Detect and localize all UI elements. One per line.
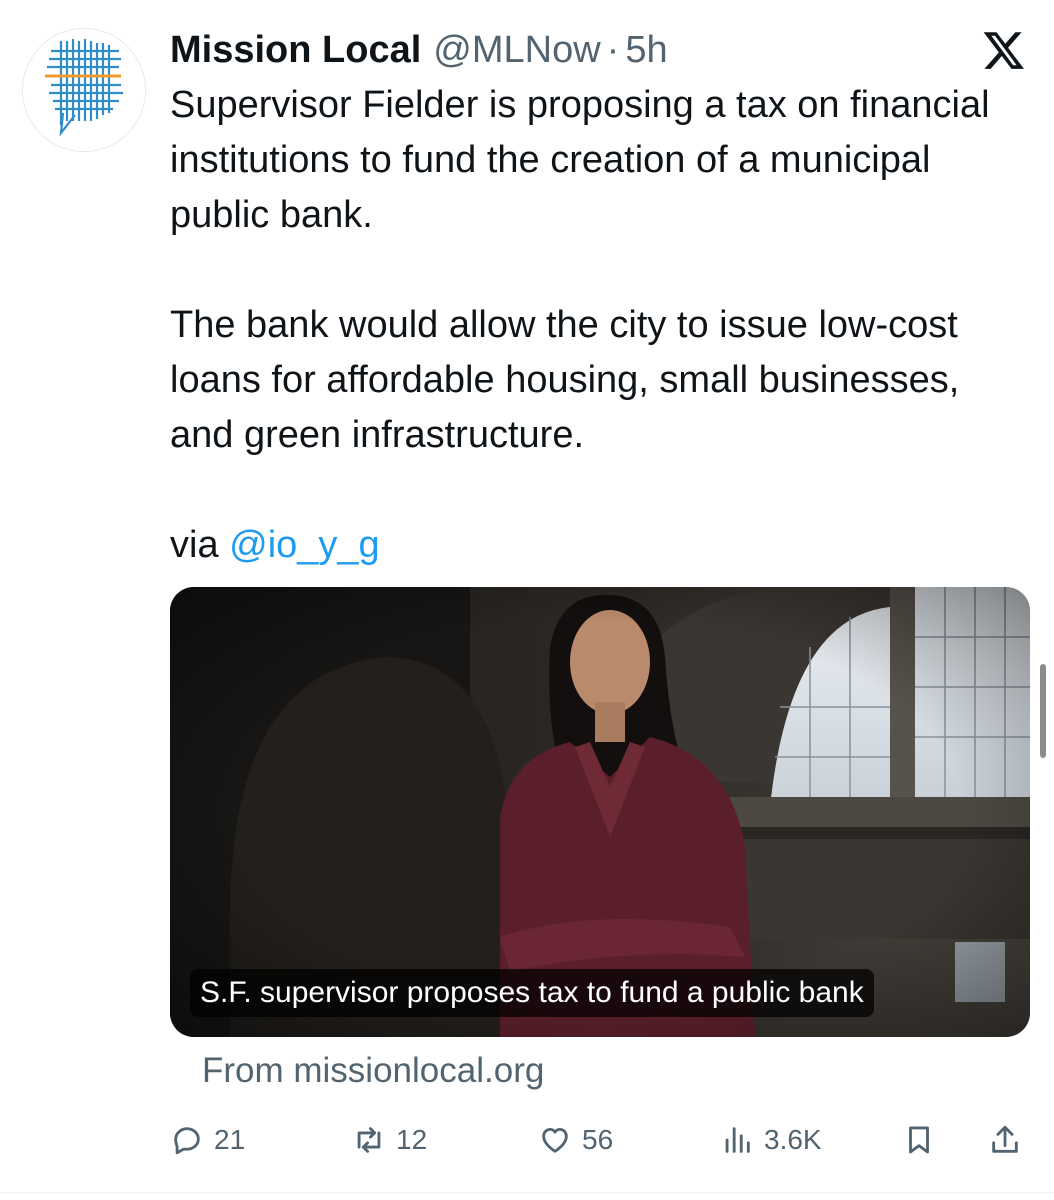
views-button[interactable]: 3.6K: [720, 1112, 822, 1168]
mission-local-logo: [45, 39, 123, 137]
tweet-paragraph-1: Supervisor Fielder is proposing a tax on…: [170, 84, 990, 236]
reply-count: 21: [214, 1124, 246, 1155]
share-icon: [992, 1125, 1018, 1153]
views-icon: [725, 1127, 750, 1153]
tweet-text: Supervisor Fielder is proposing a tax on…: [170, 78, 1030, 573]
header-separator: ·: [606, 29, 620, 71]
reply-button[interactable]: 21: [170, 1112, 245, 1168]
bookmark-icon: [909, 1126, 929, 1154]
view-count: 3.6K: [764, 1124, 822, 1155]
like-button[interactable]: 56: [538, 1112, 613, 1168]
share-button[interactable]: [988, 1112, 1022, 1168]
repost-icon: [357, 1127, 381, 1153]
tweet-via-line: via @io_y_g: [170, 518, 1030, 573]
like-count: 56: [582, 1124, 614, 1155]
card-source[interactable]: From missionlocal.org: [202, 1046, 544, 1096]
mention-link[interactable]: @io_y_g: [229, 524, 380, 566]
author-name[interactable]: Mission Local: [170, 26, 421, 74]
tweet-timestamp[interactable]: 5h: [625, 26, 667, 74]
scrollbar-thumb[interactable]: [1040, 664, 1046, 758]
action-bar: 21 12 56 3.6K: [170, 1112, 1030, 1168]
author-handle[interactable]: @MLNow: [433, 26, 600, 74]
reply-icon: [174, 1127, 200, 1155]
divider: [0, 1192, 1054, 1193]
heart-icon: [542, 1127, 568, 1153]
tweet[interactable]: Mission Local @MLNow · 5h Supervisor Fie…: [0, 0, 1054, 1200]
tweet-header: Mission Local @MLNow · 5h: [170, 26, 668, 74]
tweet-paragraph-2: The bank would allow the city to issue l…: [170, 304, 960, 456]
bookmark-button[interactable]: [902, 1112, 936, 1168]
x-logo-icon: [982, 28, 1026, 72]
via-prefix: via: [170, 524, 230, 566]
author-avatar[interactable]: [22, 28, 146, 152]
repost-count: 12: [396, 1124, 428, 1155]
repost-button[interactable]: 12: [352, 1112, 427, 1168]
card-headline[interactable]: S.F. supervisor proposes tax to fund a p…: [190, 969, 874, 1017]
